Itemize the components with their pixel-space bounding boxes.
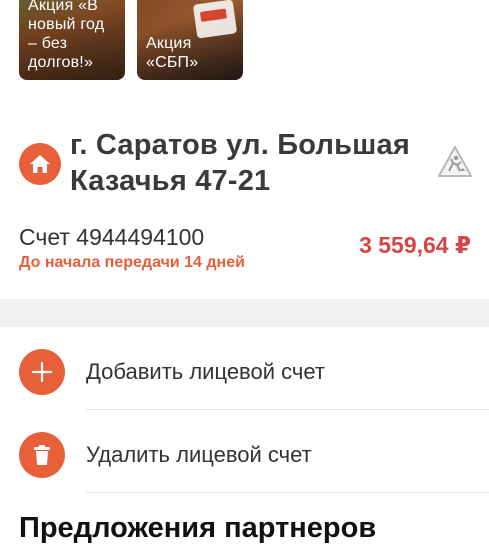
account-number: Счет 4944494100	[19, 224, 205, 250]
promo-card-new-year[interactable]: Акция «В новый год – без долгов!»	[19, 0, 125, 80]
home-icon	[19, 143, 61, 185]
promo-title: Акция «СБП»	[146, 35, 199, 71]
plus-icon	[19, 349, 65, 395]
promo-decor	[192, 0, 238, 39]
promo-card-sbp[interactable]: Акция «СБП»	[137, 0, 243, 80]
divider	[86, 492, 489, 493]
transfer-deadline: До начала передачи 14 дней	[19, 254, 245, 271]
section-separator	[0, 299, 489, 327]
add-account-button[interactable]: Добавить лицевой счет	[0, 330, 489, 410]
road-work-icon	[437, 144, 473, 180]
add-account-label: Добавить лицевой счет	[86, 359, 325, 384]
trash-icon	[19, 432, 65, 478]
account-balance: 3 559,64 ₽	[359, 232, 471, 258]
divider	[86, 409, 489, 410]
delete-account-label: Удалить лицевой счет	[86, 442, 312, 467]
account-address: г. Саратов ул. Большая Казачья 47-21	[70, 129, 410, 197]
partners-heading: Предложения партнеров	[19, 512, 377, 544]
promo-carousel: Акция «В новый год – без долгов!» Акция …	[0, 0, 489, 96]
delete-account-button[interactable]: Удалить лицевой счет	[0, 413, 489, 493]
promo-title: Акция «В новый год – без долгов!»	[28, 0, 105, 71]
account-card[interactable]: г. Саратов ул. Большая Казачья 47-21 Сче…	[0, 96, 489, 299]
